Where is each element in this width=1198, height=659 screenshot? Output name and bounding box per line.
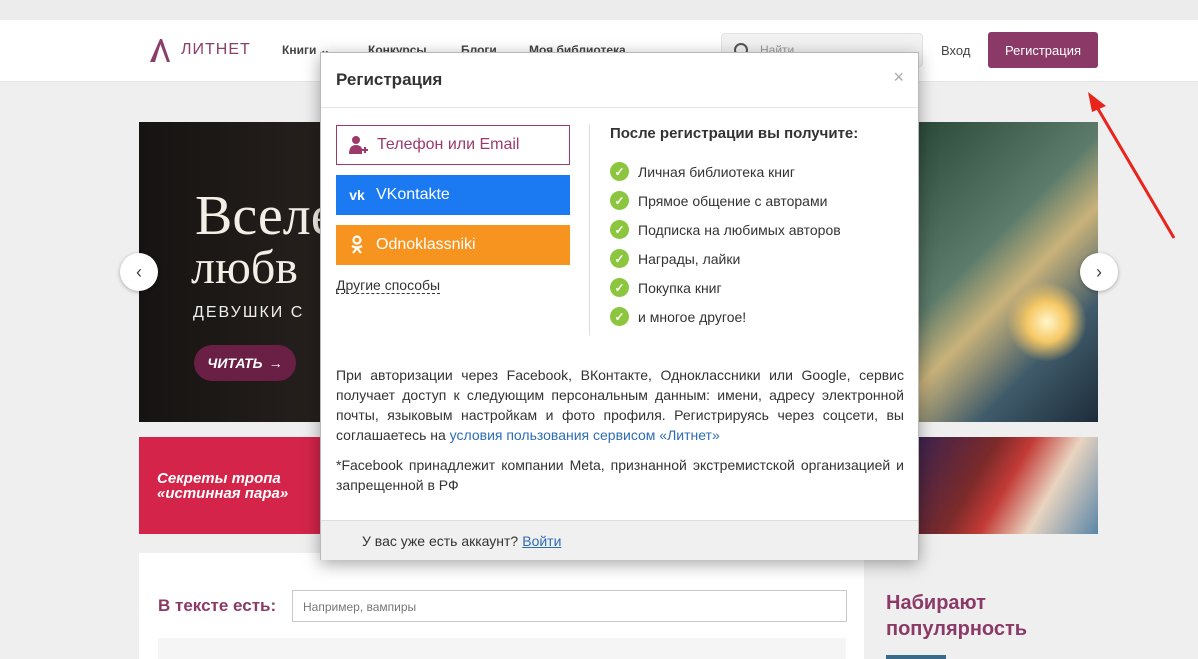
hero-lamp-glow (1007, 282, 1087, 362)
chevron-right-icon: › (1096, 261, 1102, 282)
read-button-label: ЧИТАТЬ (207, 355, 263, 371)
hero-banner-image-right (919, 122, 1098, 422)
modal-divider (589, 124, 590, 335)
read-button[interactable]: ЧИТАТЬ → (194, 345, 296, 381)
check-icon: ✓ (610, 278, 629, 297)
ok-label: Odnoklassniki (376, 236, 476, 253)
benefit-item: ✓ и многое другое! (610, 302, 841, 331)
terms-link[interactable]: условия пользования сервисом «Литнет» (450, 427, 720, 443)
check-icon: ✓ (610, 249, 629, 268)
check-icon: ✓ (610, 307, 629, 326)
intext-placeholder: Например, вампиры (303, 600, 417, 614)
carousel-prev-button[interactable]: ‹ (120, 253, 158, 291)
benefit-item: ✓ Награды, лайки (610, 244, 841, 273)
check-icon: ✓ (610, 191, 629, 210)
check-icon: ✓ (610, 220, 629, 239)
register-button[interactable]: Регистрация (988, 32, 1098, 68)
login-link[interactable]: Вход (941, 43, 970, 58)
footer-login-link[interactable]: Войти (522, 533, 561, 549)
modal-footer: У вас уже есть аккаунт? Войти (321, 520, 918, 560)
arrow-right-icon: → (268, 355, 283, 371)
footer-text: У вас уже есть аккаунт? Войти (362, 533, 562, 549)
promo-banner-text: Секреты тропа «истинная пара» (157, 470, 289, 502)
hero-title-line1: Вселе (195, 185, 336, 247)
registration-modal: Регистрация × Телефон или Email vk VKont… (320, 52, 919, 560)
annotation-arrow-icon (1088, 92, 1176, 239)
filter-area (158, 638, 846, 659)
benefit-item: ✓ Прямое общение с авторами (610, 186, 841, 215)
user-plus-icon (348, 135, 368, 155)
chevron-left-icon: ‹ (136, 261, 142, 282)
top-strip (0, 0, 1198, 21)
vk-login-button[interactable]: vk VKontakte (336, 175, 570, 215)
other-ways-link[interactable]: Другие способы (336, 277, 441, 294)
nav-item-books[interactable]: Книги ⌄ (282, 43, 330, 57)
vk-icon: vk (349, 187, 365, 203)
popular-book-thumb[interactable] (886, 655, 946, 659)
phone-email-label: Телефон или Email (377, 136, 520, 153)
benefits-list: ✓ Личная библиотека книг ✓ Прямое общение … (610, 157, 841, 331)
modal-title: Регистрация (336, 70, 443, 89)
carousel-next-button[interactable]: › (1080, 253, 1118, 291)
intext-label: В тексте есть: (158, 596, 277, 615)
benefit-item: ✓ Личная библиотека книг (610, 157, 841, 186)
benefit-item: ✓ Подписка на любимых авторов (610, 215, 841, 244)
vk-label: VKontakte (376, 186, 450, 203)
hero-subtitle: ДЕВУШКИ С (193, 304, 305, 321)
intext-search-input[interactable]: Например, вампиры (292, 590, 847, 622)
logo-icon (150, 39, 170, 62)
logo[interactable]: ЛИТНЕТ (147, 37, 251, 63)
logo-text: ЛИТНЕТ (181, 41, 251, 58)
odnoklassniki-icon (347, 235, 367, 255)
check-icon: ✓ (610, 162, 629, 181)
popular-heading: Набирают популярность (886, 592, 1028, 640)
phone-email-button[interactable]: Телефон или Email (336, 125, 570, 165)
promo-banner-image (915, 437, 1098, 534)
benefit-item: ✓ Покупка книг (610, 273, 841, 302)
policy-text: При авторизации через Facebook, ВКонтакт… (336, 367, 904, 443)
hero-title-line2: любв (191, 241, 298, 294)
meta-note: *Facebook принадлежит компании Meta, при… (336, 457, 904, 493)
close-icon[interactable]: × (893, 67, 904, 88)
benefits-title: После регистрации вы получите: (610, 125, 859, 142)
modal-header: Регистрация × (321, 53, 918, 108)
ok-login-button[interactable]: Odnoklassniki (336, 225, 570, 265)
